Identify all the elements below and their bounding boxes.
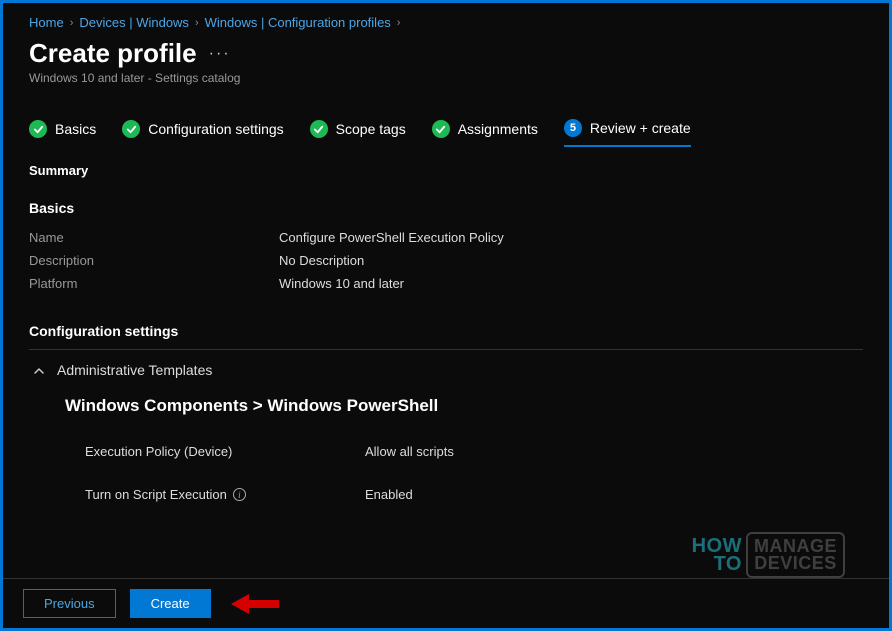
field-label: Description xyxy=(29,253,279,268)
basics-heading: Basics xyxy=(29,200,863,216)
field-value: Configure PowerShell Execution Policy xyxy=(279,230,504,245)
chevron-right-icon: › xyxy=(195,17,199,29)
more-actions-button[interactable]: ··· xyxy=(209,45,231,63)
setting-value: Enabled xyxy=(365,487,413,502)
watermark-text: MANAGE xyxy=(754,538,837,555)
step-review-create[interactable]: 5 Review + create xyxy=(564,119,691,147)
settings-group-toggle[interactable]: Administrative Templates xyxy=(29,350,863,382)
step-label: Scope tags xyxy=(336,121,406,137)
step-label: Basics xyxy=(55,121,96,137)
watermark-text: DEVICES xyxy=(754,555,837,572)
check-icon xyxy=(432,120,450,138)
step-basics[interactable]: Basics xyxy=(29,120,96,146)
field-value: No Description xyxy=(279,253,364,268)
check-icon xyxy=(122,120,140,138)
step-assignments[interactable]: Assignments xyxy=(432,120,538,146)
step-configuration-settings[interactable]: Configuration settings xyxy=(122,120,283,146)
watermark-text: HOW xyxy=(692,537,742,555)
chevron-right-icon: › xyxy=(70,17,74,29)
field-label: Platform xyxy=(29,276,279,291)
table-row: Name Configure PowerShell Execution Poli… xyxy=(29,226,863,249)
settings-group-label: Administrative Templates xyxy=(57,362,212,378)
table-row: Description No Description xyxy=(29,249,863,272)
configuration-settings-heading: Configuration settings xyxy=(29,323,863,349)
field-label: Name xyxy=(29,230,279,245)
setting-value: Allow all scripts xyxy=(365,444,454,459)
basics-table: Name Configure PowerShell Execution Poli… xyxy=(29,226,863,295)
check-icon xyxy=(310,120,328,138)
watermark-text: TO xyxy=(692,555,742,573)
info-icon[interactable]: i xyxy=(233,488,246,501)
breadcrumb-item[interactable]: Home xyxy=(29,15,64,30)
summary-heading: Summary xyxy=(29,163,863,178)
page-subtitle: Windows 10 and later - Settings catalog xyxy=(29,71,863,85)
step-number-icon: 5 xyxy=(564,119,582,137)
annotation-arrow-icon xyxy=(231,592,279,616)
previous-button[interactable]: Previous xyxy=(23,589,116,618)
step-label: Assignments xyxy=(458,121,538,137)
breadcrumb: Home › Devices | Windows › Windows | Con… xyxy=(29,13,863,30)
settings-path-title: Windows Components > Windows PowerShell xyxy=(65,396,863,416)
create-button[interactable]: Create xyxy=(130,589,211,618)
page-title: Create profile xyxy=(29,38,197,69)
setting-row: Turn on Script Execution i Enabled xyxy=(85,487,863,502)
wizard-footer: Previous Create xyxy=(3,578,889,628)
watermark: HOW TO MANAGE DEVICES xyxy=(692,532,845,578)
setting-label: Turn on Script Execution xyxy=(85,487,227,502)
step-scope-tags[interactable]: Scope tags xyxy=(310,120,406,146)
step-label: Configuration settings xyxy=(148,121,283,137)
step-label: Review + create xyxy=(590,120,691,136)
check-icon xyxy=(29,120,47,138)
table-row: Platform Windows 10 and later xyxy=(29,272,863,295)
wizard-steps: Basics Configuration settings Scope tags… xyxy=(29,119,863,147)
chevron-right-icon: › xyxy=(397,17,401,29)
field-value: Windows 10 and later xyxy=(279,276,404,291)
setting-label: Execution Policy (Device) xyxy=(85,444,232,459)
chevron-up-icon xyxy=(33,364,45,376)
setting-row: Execution Policy (Device) Allow all scri… xyxy=(85,444,863,459)
breadcrumb-item[interactable]: Windows | Configuration profiles xyxy=(205,15,391,30)
breadcrumb-item[interactable]: Devices | Windows xyxy=(79,15,189,30)
